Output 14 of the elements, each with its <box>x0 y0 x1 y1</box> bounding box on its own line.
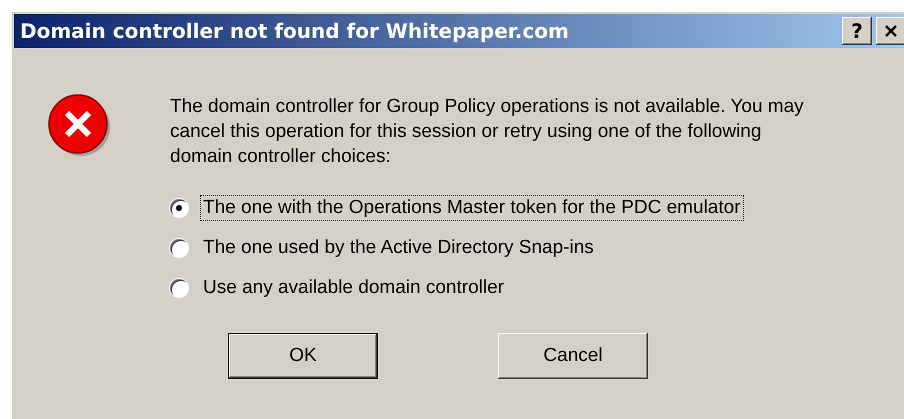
radio-button[interactable] <box>170 239 188 257</box>
close-button[interactable] <box>876 17 904 45</box>
window-title: Domain controller not found for Whitepaper.com <box>20 19 569 43</box>
radio-button[interactable] <box>170 279 188 297</box>
close-icon <box>884 24 898 38</box>
radio-button[interactable] <box>170 199 188 217</box>
option-label[interactable]: The one with the Operations Master token for the PDC emulator <box>200 195 744 221</box>
help-button[interactable]: ? <box>842 17 872 45</box>
error-icon <box>48 94 112 158</box>
option-label[interactable]: Use any available domain controller <box>200 275 507 301</box>
error-message: The domain controller for Group Policy operations is not available. You may cancel this operation for this session or retry using one of the following domain controller choices: <box>170 95 805 169</box>
ok-button[interactable]: OK <box>228 333 378 379</box>
cancel-button[interactable]: Cancel <box>498 333 648 379</box>
option-label[interactable]: The one used by the Active Directory Snap-ins <box>200 235 597 261</box>
